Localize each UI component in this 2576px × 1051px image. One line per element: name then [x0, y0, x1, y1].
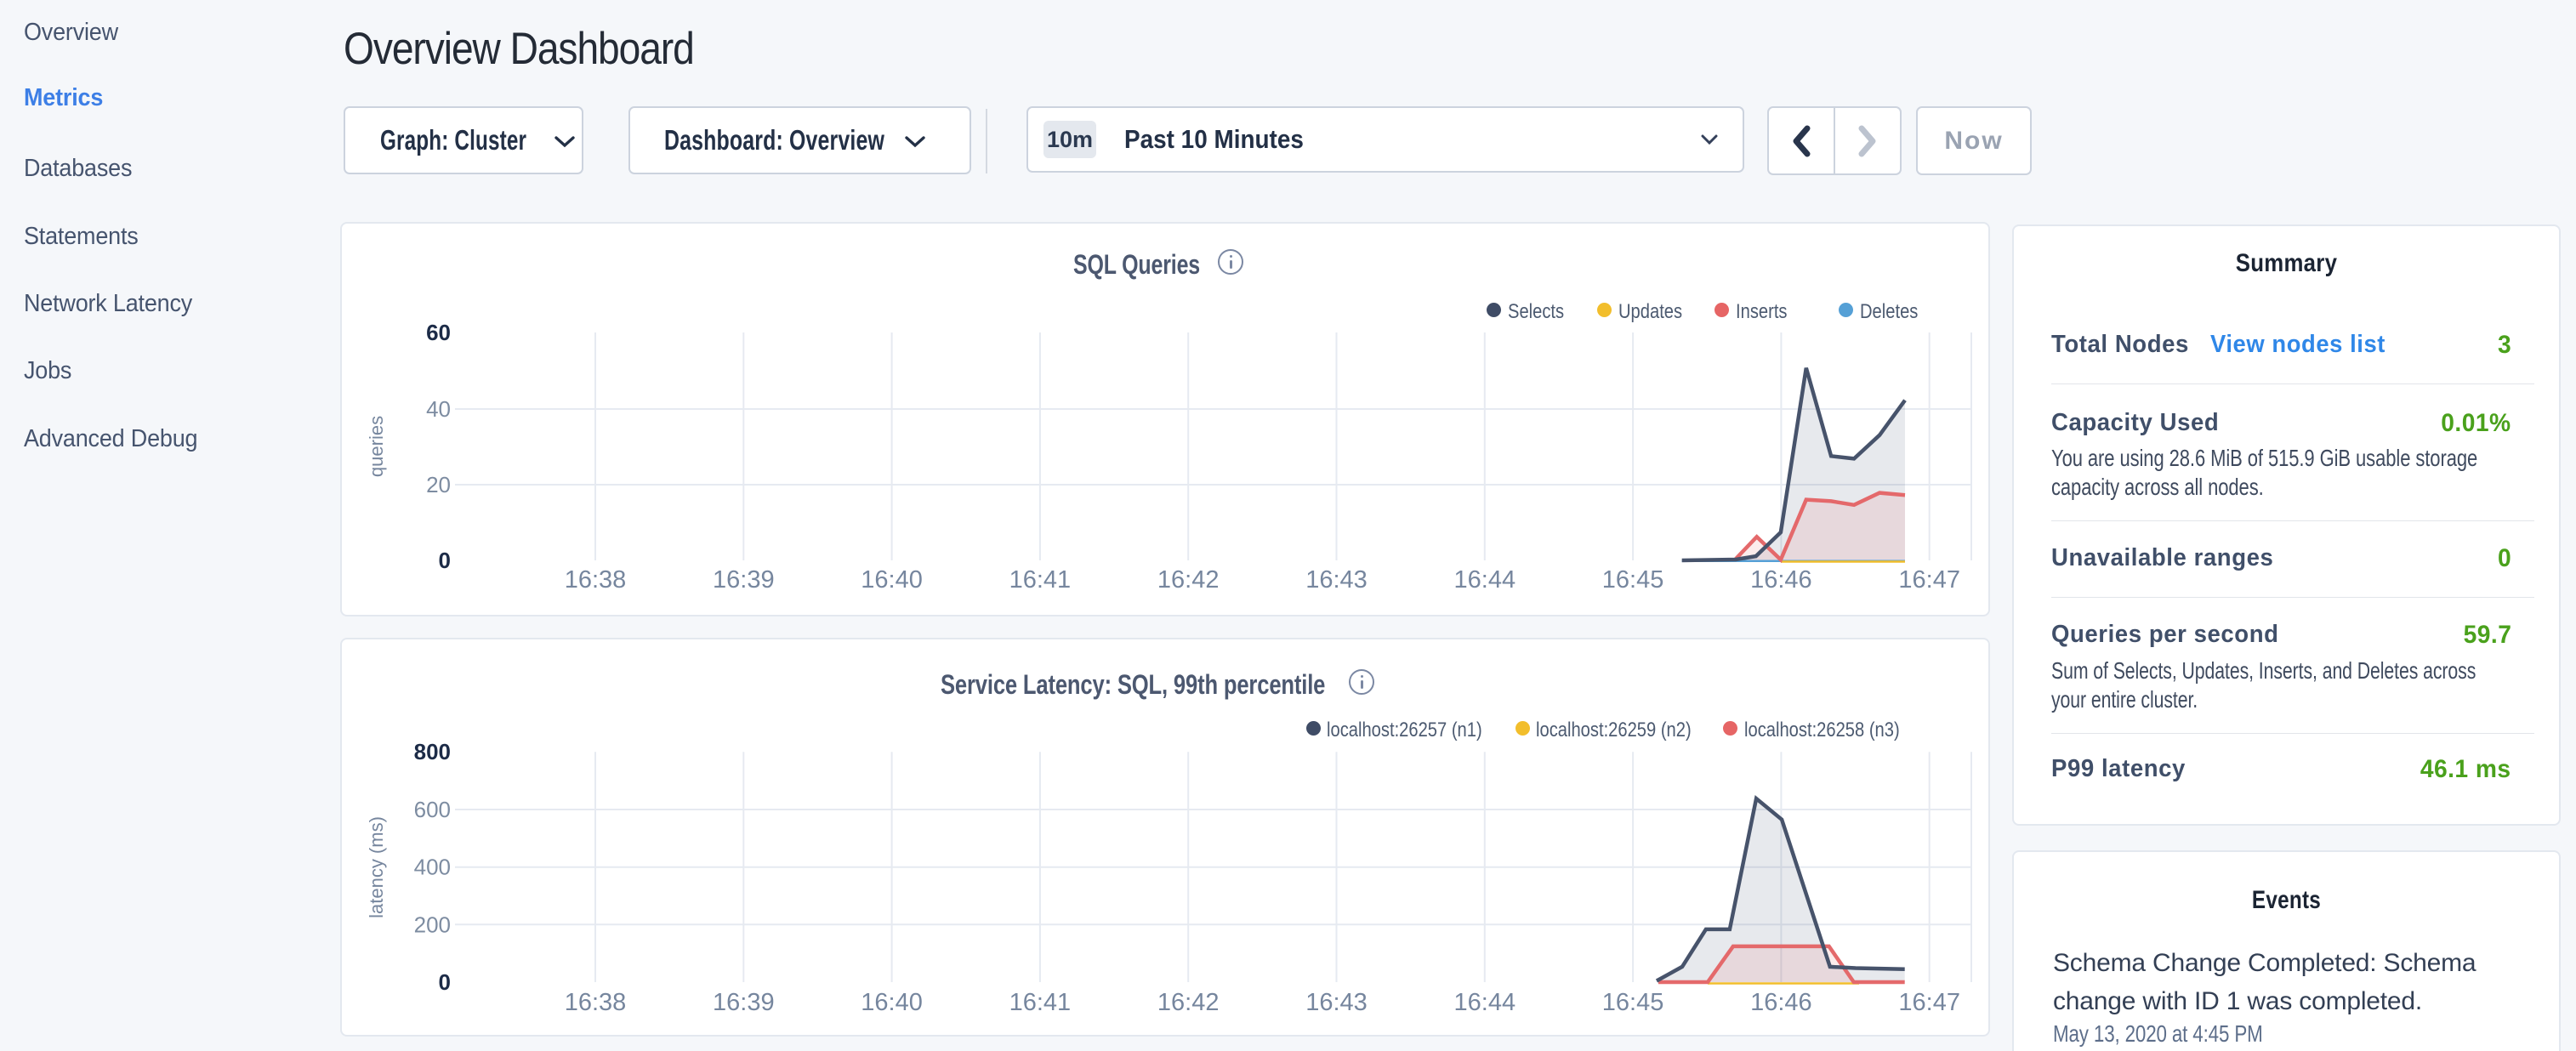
svg-text:16:43: 16:43	[1305, 566, 1368, 594]
svg-text:600: 600	[414, 797, 451, 822]
svg-text:latency (ms): latency (ms)	[366, 816, 387, 918]
svg-text:16:45: 16:45	[1602, 989, 1664, 1016]
svg-text:16:40: 16:40	[861, 989, 923, 1016]
svg-text:16:38: 16:38	[565, 566, 627, 594]
svg-text:16:40: 16:40	[861, 566, 923, 594]
svg-text:16:45: 16:45	[1602, 566, 1664, 594]
svg-text:16:43: 16:43	[1305, 989, 1368, 1016]
svg-text:16:46: 16:46	[1750, 989, 1812, 1016]
svg-text:16:47: 16:47	[1898, 989, 1960, 1016]
svg-text:16:42: 16:42	[1157, 989, 1220, 1016]
svg-text:16:39: 16:39	[713, 566, 775, 594]
svg-text:400: 400	[414, 855, 451, 880]
svg-text:16:38: 16:38	[565, 989, 627, 1016]
svg-text:60: 60	[426, 320, 451, 345]
svg-text:20: 20	[426, 472, 451, 497]
svg-text:16:44: 16:44	[1454, 989, 1516, 1016]
svg-text:16:44: 16:44	[1454, 566, 1516, 594]
svg-text:0: 0	[439, 548, 451, 573]
svg-text:40: 40	[426, 396, 451, 422]
svg-text:16:39: 16:39	[713, 989, 775, 1016]
svg-text:0: 0	[439, 969, 451, 995]
svg-text:800: 800	[414, 739, 451, 764]
svg-text:16:47: 16:47	[1898, 566, 1960, 594]
svg-text:16:42: 16:42	[1157, 566, 1220, 594]
svg-text:16:41: 16:41	[1009, 566, 1072, 594]
svg-text:16:41: 16:41	[1009, 989, 1072, 1016]
svg-text:200: 200	[414, 912, 451, 937]
svg-text:queries: queries	[366, 416, 387, 477]
svg-text:16:46: 16:46	[1750, 566, 1812, 594]
